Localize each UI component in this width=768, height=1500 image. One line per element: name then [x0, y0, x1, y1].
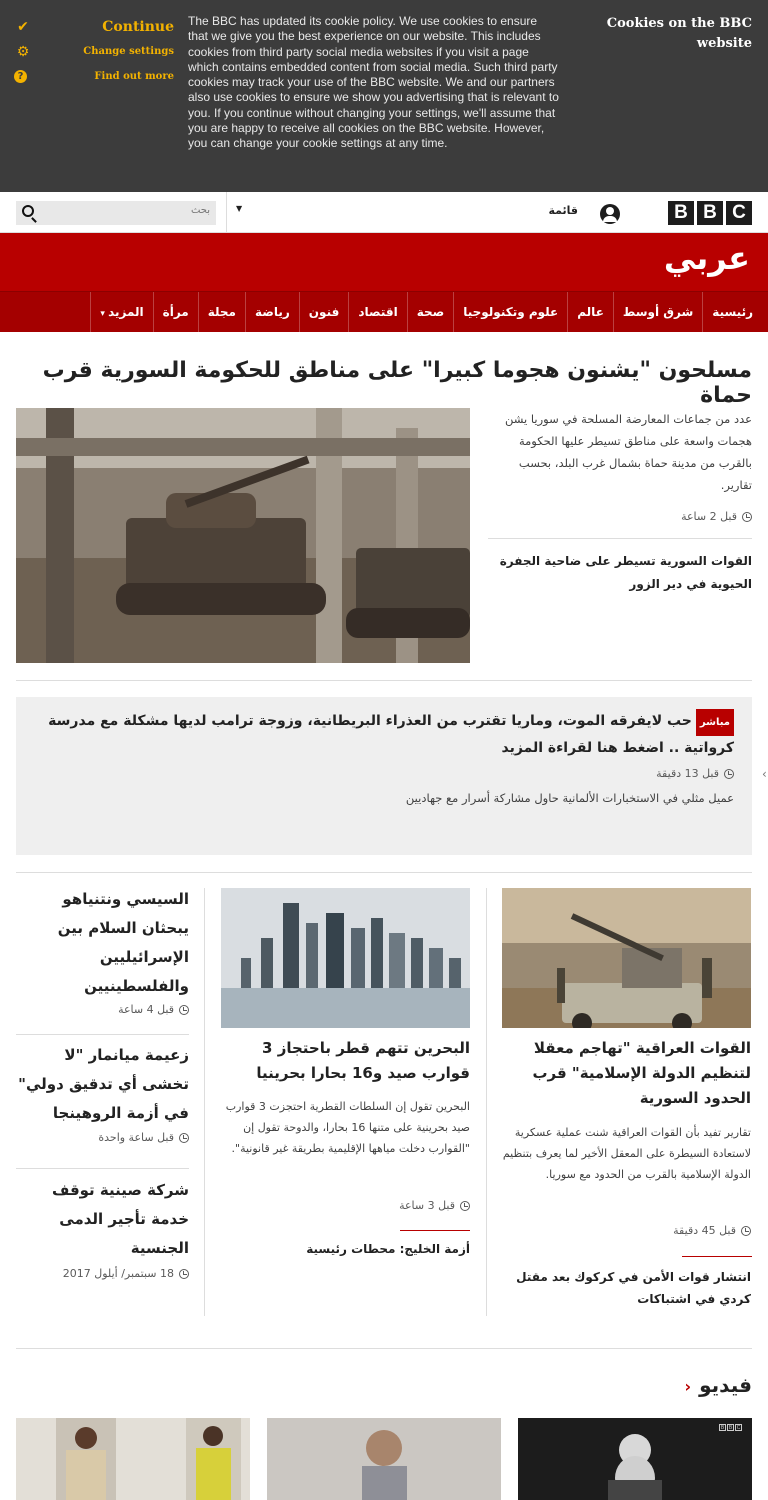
search-box[interactable]	[16, 201, 216, 225]
divider	[16, 680, 752, 681]
related-story-link[interactable]: انتشار قوات الأمن في كركوك بعد مقتل كردي…	[502, 1266, 751, 1310]
live-box[interactable]: مباشرحب لايفرقه الموت، وماريا تقترب من ا…	[16, 697, 767, 855]
menu-link[interactable]: قائمة	[548, 204, 578, 217]
chevron-left-icon[interactable]: ‹	[762, 767, 767, 781]
nav-item[interactable]: مجلة	[197, 292, 245, 332]
live-sub-link[interactable]: عميل مثلي في الاستخبارات الألمانية حاول …	[34, 791, 734, 805]
timestamp: قبل 3 ساعة	[399, 1199, 455, 1212]
video-section-title[interactable]: فيديو ‹	[685, 1373, 752, 1397]
nav-more[interactable]: المزيد	[90, 292, 152, 332]
logo-letter: B	[668, 201, 694, 225]
divider	[226, 192, 227, 233]
divider	[16, 1034, 189, 1035]
live-time: قبل 13 دقيقة	[34, 767, 734, 780]
column-divider	[486, 888, 487, 1316]
divider	[400, 1230, 470, 1231]
top-bar: B B C قائمة ▼	[0, 192, 768, 233]
story-summary: تقارير تفيد بأن القوات العراقية شنت عملي…	[502, 1126, 751, 1181]
story-headline[interactable]: شركة صينية توقف خدمة تأجير الدمى الجنسية	[16, 1176, 189, 1263]
divider	[16, 1348, 752, 1349]
find-out-more-link[interactable]: ? Find out more	[14, 64, 174, 89]
logo-letter: C	[726, 201, 752, 225]
top-story-image[interactable]	[16, 408, 470, 663]
timestamp: قبل 45 دقيقة	[673, 1224, 736, 1237]
video-title-text: فيديو	[699, 1373, 752, 1397]
related-story-link[interactable]: القوات السورية تسيطر على ضاحية الجفرة ال…	[488, 550, 752, 596]
cookie-actions: ✔ Continue ⚙ Change settings ? Find out …	[14, 14, 174, 89]
story-image[interactable]	[502, 888, 751, 1028]
gear-icon: ⚙	[16, 43, 30, 60]
continue-button[interactable]: ✔ Continue	[14, 14, 174, 39]
story-headline[interactable]: السيسي ونتنياهو يبحثان السلام بين الإسرا…	[16, 885, 189, 1001]
checkmark-icon: ✔	[17, 18, 29, 35]
account-icon[interactable]	[600, 204, 620, 224]
video-thumbnail[interactable]	[267, 1418, 501, 1500]
main-nav: رئيسية شرق أوسط عالم علوم وتكنولوجيا صحة…	[0, 291, 768, 332]
divider	[16, 872, 752, 873]
story-summary: البحرين تقول إن السلطات القطرية احتجزت 3…	[225, 1100, 470, 1155]
top-story-time: قبل 2 ساعة	[488, 510, 752, 523]
story-image[interactable]	[221, 888, 470, 1028]
story-time: 18 سبتمبر/ أيلول 2017	[16, 1267, 189, 1280]
clock-icon	[179, 1132, 189, 1143]
related-story-link[interactable]: أزمة الخليج: محطات رئيسية	[221, 1238, 470, 1260]
question-icon: ?	[14, 70, 27, 83]
timestamp: قبل ساعة واحدة	[98, 1131, 174, 1144]
clock-icon	[460, 1200, 470, 1211]
cookie-policy-text: The BBC has updated its cookie policy. W…	[188, 14, 559, 151]
change-settings-button[interactable]: ⚙ Change settings	[14, 39, 174, 64]
timestamp: 18 سبتمبر/ أيلول 2017	[62, 1267, 174, 1280]
nav-item[interactable]: شرق أوسط	[612, 292, 702, 332]
story-time: قبل 3 ساعة	[221, 1199, 470, 1212]
logo-letter: C	[735, 1424, 742, 1431]
story-headline[interactable]: القوات العراقية "تهاجم معقلا لتنظيم الدو…	[502, 1036, 751, 1111]
logo-letter: B	[697, 201, 723, 225]
bbc-arabic-brand[interactable]: عربي	[664, 239, 750, 277]
nav-item[interactable]: اقتصاد	[348, 292, 406, 332]
video-thumbnail[interactable]	[16, 1418, 250, 1500]
story-time: قبل 45 دقيقة	[502, 1224, 751, 1237]
story-headline[interactable]: البحرين تتهم قطر باحتجاز 3 قوارب صيد و16…	[221, 1036, 470, 1086]
top-story-headline[interactable]: مسلحون "يشنون هجوما كبيرا" على مناطق للح…	[16, 358, 752, 408]
clock-icon	[741, 1225, 751, 1236]
column-divider	[204, 888, 205, 1316]
clock-icon	[742, 511, 752, 522]
clock-icon	[179, 1268, 189, 1279]
chevron-down-icon[interactable]: ▼	[236, 204, 242, 213]
story-time: قبل 4 ساعة	[16, 1003, 189, 1016]
nav-item[interactable]: رياضة	[245, 292, 299, 332]
divider	[16, 1168, 189, 1169]
logo-letter: B	[719, 1424, 726, 1431]
timestamp: قبل 13 دقيقة	[656, 767, 719, 780]
story-time: قبل ساعة واحدة	[16, 1131, 189, 1144]
bbc-logo[interactable]: B B C	[668, 201, 752, 225]
timestamp: قبل 2 ساعة	[681, 510, 737, 523]
nav-item[interactable]: فنون	[298, 292, 349, 332]
cookie-banner: ✔ Continue ⚙ Change settings ? Find out …	[0, 0, 768, 192]
live-headline[interactable]: مباشرحب لايفرقه الموت، وماريا تقترب من ا…	[34, 709, 734, 761]
search-icon[interactable]	[22, 205, 34, 217]
bbc-watermark-logo: B B C	[719, 1424, 742, 1431]
nav-item[interactable]: علوم وتكنولوجيا	[453, 292, 567, 332]
divider	[488, 538, 752, 539]
live-badge: مباشر	[695, 709, 734, 736]
masthead: عربي	[0, 233, 768, 291]
search-input[interactable]	[60, 205, 210, 216]
logo-letter: B	[727, 1424, 734, 1431]
live-title-text: حب لايفرقه الموت، وماريا تقترب من العذرا…	[48, 713, 734, 756]
story-headline[interactable]: زعيمة ميانمار "لا تخشى أي تدقيق دولي" في…	[16, 1041, 189, 1128]
nav-item[interactable]: صحة	[406, 292, 454, 332]
timestamp: قبل 4 ساعة	[118, 1003, 174, 1016]
video-thumbnail[interactable]: B B C	[518, 1418, 752, 1500]
divider	[682, 1256, 752, 1257]
top-story-summary: عدد من جماعات المعارضة المسلحة في سوريا …	[505, 412, 752, 492]
clock-icon	[724, 768, 734, 779]
nav-item[interactable]: عالم	[567, 292, 613, 332]
chevron-left-icon: ‹	[684, 1377, 692, 1396]
nav-item[interactable]: رئيسية	[702, 292, 762, 332]
nav-item[interactable]: مرأة	[152, 292, 198, 332]
cookie-title: Cookies on the BBC website	[606, 16, 752, 51]
clock-icon	[179, 1004, 189, 1015]
